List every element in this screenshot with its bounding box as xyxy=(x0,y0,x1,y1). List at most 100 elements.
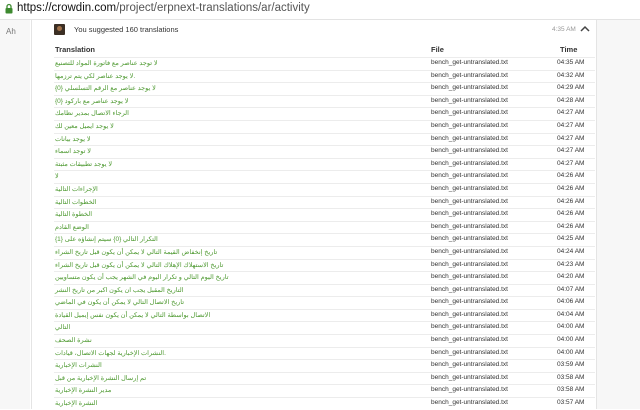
table-row[interactable]: النشرة الإخبارية bench_get-untranslated.t… xyxy=(54,397,595,410)
file-name: bench_get-untranslated.txt xyxy=(431,298,508,306)
table-row[interactable]: التاريخ المقبل يجب ان يكون اكبر من تاريخ… xyxy=(54,283,595,297)
table-row[interactable]: لا توجد اسماء bench_get-untranslated.txt 0… xyxy=(54,145,595,158)
time-value: 04:25 AM xyxy=(557,235,585,243)
file-name: bench_get-untranslated.txt xyxy=(431,210,508,218)
table-row[interactable]: تم إرسال النشرة الإخبارية من قبل bench_ge… xyxy=(54,371,595,385)
translation-text[interactable]: الإجراءات التالية xyxy=(55,185,98,193)
table-row[interactable]: تاريخ اليوم التالي و تكرار اليوم في الشه… xyxy=(54,271,595,284)
file-name: bench_get-untranslated.txt xyxy=(431,159,508,167)
translation-text[interactable]: الرجاء الاتصال بمدير نظامك xyxy=(55,109,129,117)
file-name: bench_get-untranslated.txt xyxy=(431,348,508,356)
table-row[interactable]: تاريخ الاتصال التالي لا يمكن أن يكون في … xyxy=(54,296,595,309)
file-name: bench_get-untranslated.txt xyxy=(431,273,508,281)
time-value: 04:26 AM xyxy=(557,210,585,218)
time-value: 04:24 AM xyxy=(557,247,585,255)
activity-header[interactable]: You suggested 160 translations 4:35 AM xyxy=(32,20,596,40)
address-bar[interactable]: https://crowdin.com/project/erpnext-tran… xyxy=(0,0,640,20)
file-name: bench_get-untranslated.txt xyxy=(431,373,508,381)
translation-text[interactable]: مدير النشرة الإخبارية xyxy=(55,386,111,394)
translation-text[interactable]: الاتصال بواسطة التالي لا يمكن أن يكون نف… xyxy=(55,311,210,319)
translation-text[interactable]: تاريخ إنخفاض القيمة التالي لا يمكن أن يك… xyxy=(55,248,217,256)
translation-text[interactable]: تم إرسال النشرة الإخبارية من قبل xyxy=(55,374,146,382)
translation-text[interactable]: لا xyxy=(55,172,59,180)
file-name: bench_get-untranslated.txt xyxy=(431,109,508,117)
file-name: bench_get-untranslated.txt xyxy=(431,184,508,192)
translation-text[interactable]: النشرات الإخبارية xyxy=(55,361,102,369)
table-row[interactable]: {1} التكرار التالي {0} سيتم إنشاؤه على be… xyxy=(54,233,595,246)
translation-text[interactable]: لا يوجد عناصر مع باركود {0} xyxy=(55,97,128,105)
file-name: bench_get-untranslated.txt xyxy=(431,96,508,104)
time-value: 04:28 AM xyxy=(557,96,585,104)
table-row[interactable]: لا يوجد عناصر مع الرقم التسلسلي {0} bench… xyxy=(54,82,595,95)
time-value: 04:27 AM xyxy=(557,134,585,142)
table-row[interactable]: لا bench_get-untranslated.txt 04:26 AM xyxy=(54,170,595,183)
chevron-up-icon[interactable] xyxy=(580,25,590,33)
table-row[interactable]: الخطوة التالية bench_get-untranslated.txt… xyxy=(54,208,595,221)
language-code: Ah xyxy=(6,27,16,36)
translation-text[interactable]: النشرة الإخبارية xyxy=(55,399,97,407)
file-name: bench_get-untranslated.txt xyxy=(431,386,508,394)
lock-icon xyxy=(5,3,13,14)
table-row[interactable]: تاريخ الاستهلاك الإهلاك التالي لا يمكن أ… xyxy=(54,258,595,272)
time-value: 04:26 AM xyxy=(557,172,585,180)
table-row[interactable]: تاريخ إنخفاض القيمة التالي لا يمكن أن يك… xyxy=(54,245,595,259)
translation-text[interactable]: لا يوجد عناصر لكي يتم ترزمها. xyxy=(55,72,135,80)
file-name: bench_get-untranslated.txt xyxy=(431,222,508,230)
file-name: bench_get-untranslated.txt xyxy=(431,323,508,331)
table-row[interactable]: التالي bench_get-untranslated.txt 04:00 AM xyxy=(54,321,595,334)
translation-text[interactable]: النشرات الإخبارية لجهات الاتصال، قيادات. xyxy=(55,349,166,357)
column-header-file: File xyxy=(431,45,444,54)
url-path: /project/erpnext-translations/ar/activit… xyxy=(116,2,310,14)
column-header-translation: Translation xyxy=(55,45,96,54)
table-row[interactable]: الخطوات التالية bench_get-untranslated.tx… xyxy=(54,195,595,209)
translation-text[interactable]: لا يوجد تطبيقات مثبتة xyxy=(55,160,112,168)
table-row[interactable]: لا يوجد ايميل معين لك bench_get-untransla… xyxy=(54,119,595,133)
right-gutter xyxy=(596,20,640,409)
translation-text[interactable]: الخطوة التالية xyxy=(55,210,92,218)
table-row[interactable]: الإجراءات التالية bench_get-untranslated.… xyxy=(54,182,595,196)
file-name: bench_get-untranslated.txt xyxy=(431,84,508,92)
file-name: bench_get-untranslated.txt xyxy=(431,235,508,243)
table-row[interactable]: لا يوجد تطبيقات مثبتة bench_get-untransla… xyxy=(54,157,595,171)
time-value: 04:06 AM xyxy=(557,298,585,306)
translation-text[interactable]: لا يوجد ايميل معين لك xyxy=(55,122,114,130)
table-row[interactable]: لا توجد عناصر مع فاتورة المواد للتصنيع be… xyxy=(54,57,595,70)
translation-text[interactable]: نشرة الصحف xyxy=(55,336,92,344)
table-row[interactable]: لا يوجد عناصر مع باركود {0} bench_get-unt… xyxy=(54,94,595,108)
table-row[interactable]: الوضع القادم bench_get-untranslated.txt 04… xyxy=(54,220,595,234)
table-row[interactable]: الاتصال بواسطة التالي لا يمكن أن يكون نف… xyxy=(54,308,595,322)
translation-text[interactable]: لا توجد اسماء xyxy=(55,147,91,155)
file-name: bench_get-untranslated.txt xyxy=(431,197,508,205)
translation-text[interactable]: تاريخ الاستهلاك الإهلاك التالي لا يمكن أ… xyxy=(55,261,223,269)
translation-text[interactable]: لا توجد عناصر مع فاتورة المواد للتصنيع xyxy=(55,59,158,67)
time-value: 03:57 AM xyxy=(557,399,585,407)
table-row[interactable]: مدير النشرة الإخبارية bench_get-untransla… xyxy=(54,384,595,397)
table-row[interactable]: لا يوجد بيانات bench_get-untranslated.txt… xyxy=(54,132,595,146)
time-value: 04:27 AM xyxy=(557,121,585,129)
time-value: 04:27 AM xyxy=(557,147,585,155)
file-name: bench_get-untranslated.txt xyxy=(431,147,508,155)
translation-text[interactable]: تاريخ الاتصال التالي لا يمكن أن يكون في … xyxy=(55,298,184,306)
translation-text[interactable]: الوضع القادم xyxy=(55,223,89,231)
file-name: bench_get-untranslated.txt xyxy=(431,172,508,180)
table-row[interactable]: النشرات الإخبارية لجهات الاتصال، قيادات.… xyxy=(54,346,595,360)
time-value: 04:29 AM xyxy=(557,84,585,92)
activity-summary: You suggested 160 translations xyxy=(74,25,179,34)
translation-text[interactable]: {1} التكرار التالي {0} سيتم إنشاؤه على xyxy=(55,235,158,243)
table-row[interactable]: نشرة الصحف bench_get-untranslated.txt 04:0… xyxy=(54,334,595,347)
avatar xyxy=(54,24,65,35)
file-name: bench_get-untranslated.txt xyxy=(431,260,508,268)
translation-text[interactable]: لا يوجد بيانات xyxy=(55,135,91,143)
table-row[interactable]: لا يوجد عناصر لكي يتم ترزمها. bench_get-u… xyxy=(54,69,595,83)
translation-text[interactable]: تاريخ اليوم التالي و تكرار اليوم في الشه… xyxy=(55,273,229,281)
translation-text[interactable]: الخطوات التالية xyxy=(55,198,97,206)
time-value: 04:07 AM xyxy=(557,285,585,293)
translation-text[interactable]: التالي xyxy=(55,323,70,331)
translation-text[interactable]: لا يوجد عناصر مع الرقم التسلسلي {0} xyxy=(55,84,156,92)
time-value: 04:32 AM xyxy=(557,71,585,79)
table-row[interactable]: النشرات الإخبارية bench_get-untranslated.… xyxy=(54,359,595,372)
time-value: 04:20 AM xyxy=(557,273,585,281)
table-row[interactable]: الرجاء الاتصال بمدير نظامك bench_get-untr… xyxy=(54,107,595,120)
translation-text[interactable]: التاريخ المقبل يجب ان يكون اكبر من تاريخ… xyxy=(55,286,183,294)
file-name: bench_get-untranslated.txt xyxy=(431,399,508,407)
